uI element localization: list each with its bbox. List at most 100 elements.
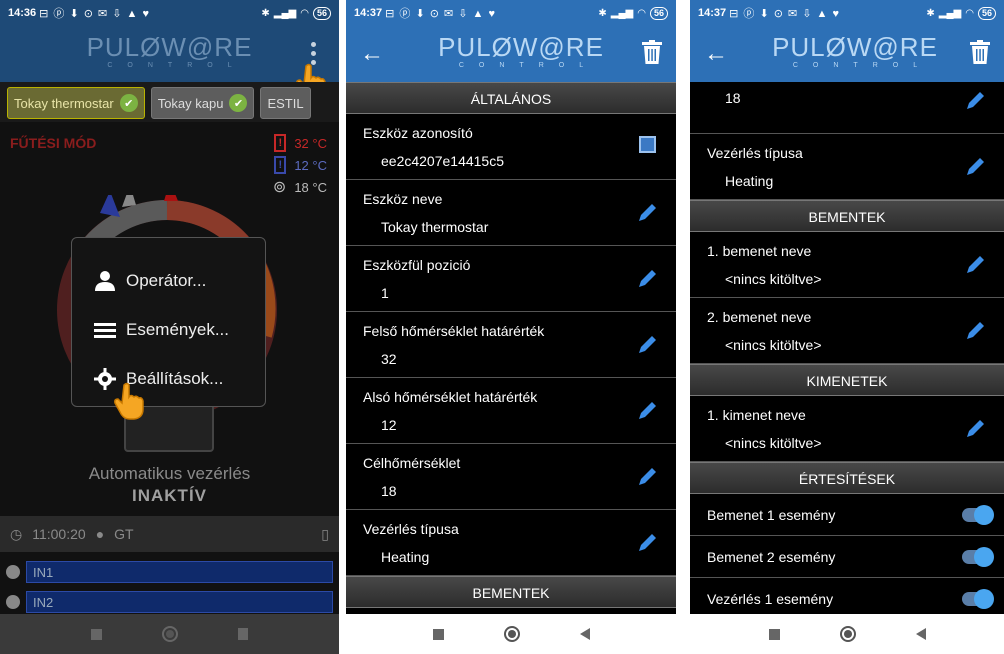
heating-mode-label: FŰTÉSI MÓD xyxy=(10,135,97,151)
wifi-icon: ◠ xyxy=(637,7,646,19)
app-bar: PULØW@RE CONTROL xyxy=(0,26,339,101)
edit-pencil-icon[interactable] xyxy=(964,156,986,178)
wifi-icon: ◠ xyxy=(965,7,974,19)
info-bar: ◷ 11:00:20 ● GT ▯ xyxy=(0,516,339,552)
toggle-row-control-1-event: Vezérlés 1 esemény xyxy=(690,578,1004,614)
section-header-inputs: BEMENTEK xyxy=(346,576,676,608)
bluetooth-icon: ✱ xyxy=(261,7,270,19)
setting-row-device-name[interactable]: Eszköz neve Tokay thermostar xyxy=(346,180,676,246)
settings-list: 18 Vezérlés típusa Heating BEMENTEK 1. b… xyxy=(690,82,1004,614)
edit-pencil-icon[interactable] xyxy=(636,334,658,356)
setting-value: 18 xyxy=(381,483,397,499)
phone-screen-main: 14:36 ⊟ ⓟ ⬇ ⊙ ✉ ⇩ ▲ ♥ ✱ ▂▄▆ ◠ 56 PULØW@R… xyxy=(0,0,339,654)
toggle-label: Vezérlés 1 esemény xyxy=(707,590,834,607)
setting-row-tab-position[interactable]: Eszközfül pozició 1 xyxy=(346,246,676,312)
recents-icon[interactable] xyxy=(91,628,102,640)
back-icon[interactable] xyxy=(579,628,590,640)
edit-pencil-icon[interactable] xyxy=(964,418,986,440)
tab-tokay-kapu[interactable]: Tokay kapu ✔ xyxy=(150,87,255,119)
section-header-outputs: KIMENETEK xyxy=(690,364,1004,396)
setting-row-target-temp[interactable]: 18 xyxy=(690,90,1004,134)
setting-label: Felső hőmérséklet határérték xyxy=(363,323,545,339)
setting-row-lower-limit[interactable]: Alsó hőmérséklet határérték 12 xyxy=(346,378,676,444)
menu-item-operator[interactable]: Operátor... xyxy=(94,256,265,305)
home-icon[interactable] xyxy=(503,626,520,642)
setting-value: <nincs kitöltve> xyxy=(725,271,822,287)
section-header-general: ÁLTALÁNOS xyxy=(346,82,676,114)
recents-icon[interactable] xyxy=(768,628,780,640)
setting-label: 2. bemenet neve xyxy=(707,309,812,325)
tab-estil[interactable]: ESTIL xyxy=(260,87,311,119)
target-value: 18 °C xyxy=(294,179,327,195)
edit-pencil-icon[interactable] xyxy=(964,90,986,112)
signal-icon: ▂▄▆ xyxy=(273,7,297,19)
back-icon[interactable] xyxy=(915,628,926,640)
setting-row-target-temp[interactable]: Célhőmérséklet 18 xyxy=(346,444,676,510)
battery-icon: 56 xyxy=(649,6,668,20)
setting-row-input-2[interactable]: 2. bemenet neve <nincs kitöltve> xyxy=(690,298,1004,364)
tab-label: ESTIL xyxy=(267,95,304,111)
setting-label: 1. bemenet neve xyxy=(707,243,812,259)
toggle-row-input-1-event: Bemenet 1 esemény xyxy=(690,494,1004,536)
setting-row-device-id: Eszköz azonosító ee2c4207e14415c5 xyxy=(346,114,676,180)
qr-code-icon[interactable] xyxy=(639,136,656,153)
setting-label: Eszköz neve xyxy=(363,191,443,207)
home-icon[interactable] xyxy=(162,626,178,642)
setting-value: 32 xyxy=(381,351,397,367)
trash-icon[interactable] xyxy=(642,40,662,64)
context-menu: Operátor... Események... Beállítások... xyxy=(71,237,266,407)
logo-word: PULØW@RE xyxy=(86,32,253,62)
pulsware-logo: PULØW@RE CONTROL xyxy=(436,33,606,69)
alert-icon: ! xyxy=(274,134,287,152)
app-bar: ← PULØW@RE CONTROL xyxy=(690,26,1004,82)
back-icon[interactable] xyxy=(238,628,248,640)
edit-pencil-icon[interactable] xyxy=(964,320,986,342)
status-notification-icons: ⊟ ⓟ ⬇ ⊙ ✉ ⇩ ▲ ♥ xyxy=(39,8,151,20)
phone-icon[interactable]: ▯ xyxy=(321,526,329,543)
temperature-list: ! 32 °C ! 12 °C ⊚ 18 °C xyxy=(267,132,327,198)
setting-label: Célhőmérséklet xyxy=(363,455,461,471)
status-time: 14:36 xyxy=(8,7,37,19)
logo-subtitle: CONTROL xyxy=(792,62,933,69)
toggle-label: Bemenet 2 esemény xyxy=(707,548,836,565)
pulsware-logo: PULØW@RE CONTROL xyxy=(770,33,940,69)
edit-pencil-icon[interactable] xyxy=(964,254,986,276)
edit-pencil-icon[interactable] xyxy=(636,202,658,224)
logo-word: PULØW@RE xyxy=(438,32,604,62)
control-1-event-toggle[interactable] xyxy=(962,588,994,609)
home-icon[interactable] xyxy=(839,626,856,642)
back-arrow-icon[interactable]: ← xyxy=(360,40,384,68)
setting-value: Heating xyxy=(725,173,774,189)
system-nav-bar xyxy=(0,614,339,654)
recents-icon[interactable] xyxy=(432,628,444,640)
status-notification-icons: ⊟ ⓟ ⬇ ⊙ ✉ ⇩ ▲ ♥ xyxy=(729,8,841,20)
menu-item-label: Események... xyxy=(126,319,229,339)
signal-icon: ▂▄▆ xyxy=(610,7,634,19)
back-arrow-icon[interactable]: ← xyxy=(704,40,728,68)
last-update-time: 11:00:20 xyxy=(32,526,86,542)
setting-row-output-1[interactable]: 1. kimenet neve <nincs kitöltve> xyxy=(690,396,1004,462)
input-2-event-toggle[interactable] xyxy=(962,546,994,567)
edit-pencil-icon[interactable] xyxy=(636,400,658,422)
setting-value: 1 xyxy=(381,285,389,301)
setting-row-input-1[interactable]: 1. bemenet neve <nincs kitöltve> xyxy=(690,232,1004,298)
setting-row-control-type[interactable]: Vezérlés típusa Heating xyxy=(346,510,676,576)
setting-value: ee2c4207e14415c5 xyxy=(381,153,505,169)
automatic-control-status: INAKTÍV xyxy=(132,486,207,505)
status-time: 14:37 xyxy=(354,7,383,19)
input-1-event-toggle[interactable] xyxy=(962,504,994,525)
logo-subtitle: CONTROL xyxy=(458,62,599,69)
trash-icon[interactable] xyxy=(970,40,990,64)
tab-label: Tokay kapu xyxy=(157,95,224,111)
clock-icon: ◷ xyxy=(10,525,23,542)
tab-tokay-thermostar[interactable]: Tokay thermostar ✔ xyxy=(7,87,145,119)
setting-value: Heating xyxy=(381,549,430,565)
edit-pencil-icon[interactable] xyxy=(636,268,658,290)
wifi-icon: ◠ xyxy=(300,7,309,19)
menu-item-events[interactable]: Események... xyxy=(94,305,265,354)
edit-pencil-icon[interactable] xyxy=(636,532,658,554)
input-bar: IN2 xyxy=(26,591,333,613)
setting-row-upper-limit[interactable]: Felső hőmérséklet határérték 32 xyxy=(346,312,676,378)
edit-pencil-icon[interactable] xyxy=(636,466,658,488)
setting-row-control-type[interactable]: Vezérlés típusa Heating xyxy=(690,134,1004,200)
